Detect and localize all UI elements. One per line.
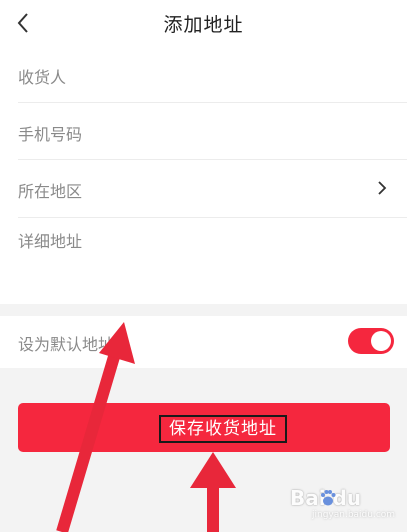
chevron-right-icon xyxy=(378,181,387,195)
region-label: 所在地区 xyxy=(18,182,83,201)
annotation-arrow-save xyxy=(190,452,236,532)
default-address-row: 设为默认地址 xyxy=(0,316,407,368)
baidu-watermark: Bai du jingyan.baidu.com xyxy=(290,486,400,522)
page-title: 添加地址 xyxy=(163,14,244,36)
toggle-knob xyxy=(371,331,391,351)
save-address-label: 保存收货地址 xyxy=(159,415,287,443)
paw-icon xyxy=(321,490,336,506)
detail-address-field[interactable]: 详细地址 xyxy=(18,218,407,304)
region-selector[interactable]: 所在地区 xyxy=(18,160,407,218)
add-address-page: 添加地址 收货人 手机号码 所在地区 详细地址 设为默认地址 保存收货地址 Ba… xyxy=(0,0,407,532)
phone-label: 手机号码 xyxy=(18,125,83,144)
default-address-toggle[interactable] xyxy=(348,328,394,354)
header-bar: 添加地址 xyxy=(0,0,407,46)
watermark-url: jingyan.baidu.com xyxy=(312,510,396,520)
recipient-label: 收货人 xyxy=(18,68,67,87)
detail-address-label: 详细地址 xyxy=(18,232,83,251)
phone-field[interactable]: 手机号码 xyxy=(18,103,407,160)
recipient-field[interactable]: 收货人 xyxy=(18,46,407,103)
save-address-button[interactable]: 保存收货地址 xyxy=(18,403,390,452)
address-form: 收货人 手机号码 所在地区 详细地址 xyxy=(0,46,407,304)
default-address-label: 设为默认地址 xyxy=(18,335,115,354)
